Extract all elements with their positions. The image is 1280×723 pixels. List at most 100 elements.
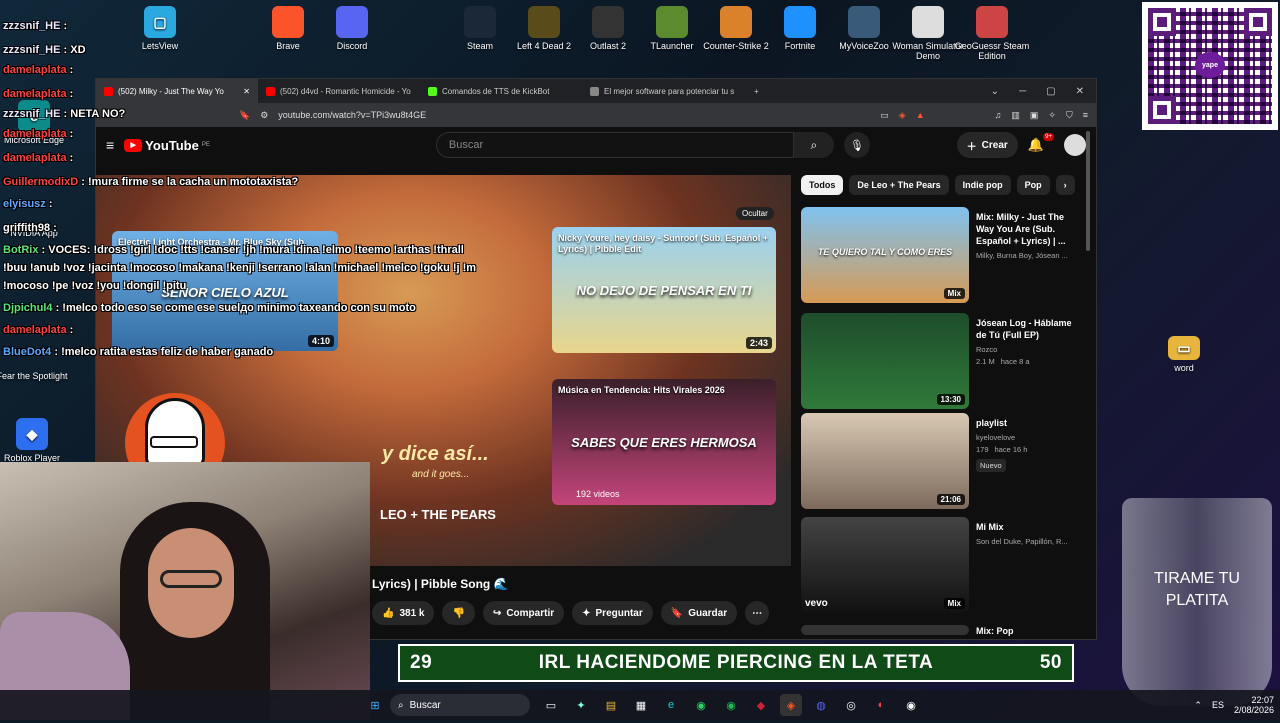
save-button[interactable]: 🔖 Guardar — [660, 601, 738, 625]
new-tab-button[interactable]: + — [744, 87, 769, 96]
scrollbar[interactable] — [1086, 131, 1090, 251]
desktop-icon-letsview[interactable]: ▢ LetsView — [120, 6, 200, 51]
chat-username[interactable]: GuillermodixD — [3, 176, 78, 188]
chat-username[interactable]: elyisusz — [3, 198, 46, 210]
share-button[interactable]: ↪ Compartir — [482, 601, 565, 625]
account-avatar[interactable] — [1064, 134, 1086, 156]
ask-button[interactable]: ✦ Preguntar — [572, 601, 653, 625]
endcard-2[interactable]: Nicky Youre, hey daisy - Sunroof (Sub. E… — [552, 227, 776, 353]
extensions-icon[interactable]: ✧ — [1048, 110, 1056, 121]
recommendation-meta: Mix: Milky - Just The Way You Are (Sub. … — [976, 211, 1076, 261]
task-view-icon[interactable]: ▭ — [540, 694, 562, 716]
lang-indicator[interactable]: ES — [1212, 700, 1224, 710]
vpn-icon[interactable]: ⛉ — [1066, 110, 1073, 121]
rewards-icon[interactable]: ▲ — [916, 110, 925, 120]
edge-taskbar-icon[interactable]: e — [660, 694, 682, 716]
tray-chevron-icon[interactable]: ⌃ — [1194, 700, 1202, 711]
chat-username[interactable]: zzzsnif_HE — [3, 44, 60, 56]
close-tab-icon[interactable]: ✕ — [243, 87, 250, 96]
sidebar-icon[interactable]: ▥ — [1011, 110, 1020, 121]
store-icon[interactable]: ▦ — [630, 694, 652, 716]
recommendation-0[interactable]: TE QUIERO TAL Y COMO ERES Mix Mix: Milky -… — [801, 207, 1081, 305]
browser-tab-2[interactable]: Comandos de TTS de KickBot — [420, 79, 582, 103]
chips-next-icon[interactable]: › — [1055, 175, 1075, 195]
recommendation-title: Mix: Pop — [976, 626, 1014, 636]
view-stats: 179 hace 16 h — [976, 445, 1028, 454]
tab-search-icon[interactable]: ⌄ — [991, 86, 999, 97]
chat-username[interactable]: damelaplata — [3, 128, 67, 140]
desktop-icon-fear[interactable]: Fear the Spotlight — [0, 336, 72, 381]
dislike-button[interactable]: 👎 — [442, 601, 475, 625]
chat-username[interactable]: damelaplata — [3, 152, 67, 164]
chip-2[interactable]: Indie pop — [954, 175, 1011, 195]
close-window-button[interactable]: ✕ — [1076, 86, 1084, 97]
steam-taskbar-icon[interactable]: ◎ — [840, 694, 862, 716]
desktop-icon-roblox[interactable]: ◆ Roblox Player — [0, 418, 72, 463]
discord-taskbar-icon[interactable]: ◍ — [810, 694, 832, 716]
search-input[interactable]: Buscar — [435, 132, 794, 158]
copilot-icon[interactable]: ✦ — [570, 694, 592, 716]
mic-icon[interactable]: 🎙 — [843, 132, 870, 158]
brave-taskbar-icon[interactable]: ◈ — [780, 694, 802, 716]
spotify-icon[interactable]: ◉ — [720, 694, 742, 716]
youtube-logo[interactable]: ▶ YouTube PE — [124, 138, 210, 153]
start-button[interactable]: ⊞ — [364, 694, 386, 716]
desktop-icon-10[interactable]: GeoGuessr Steam Edition — [952, 6, 1032, 61]
chip-1[interactable]: De Leo + The Pears — [849, 175, 949, 195]
url-field[interactable]: youtube.com/watch?v=TPi3wu8t4GE — [278, 110, 870, 120]
app-icon — [656, 6, 688, 38]
obs-icon[interactable]: ◉ — [900, 694, 922, 716]
chat-username[interactable]: damelaplata — [3, 64, 67, 76]
recommendation-meta: Mi Mix Son del Duke, Papillón, R... — [976, 521, 1076, 547]
recommendation-2[interactable]: 21:06 playlist kyelovelove 179 hace 16 h Nuev… — [801, 413, 1081, 511]
chat-username[interactable]: griffith98 — [3, 222, 50, 234]
bookmark-icon[interactable]: 🔖 — [239, 110, 250, 121]
search-icon[interactable]: ⌕ — [793, 132, 834, 158]
chat-message: zzzsnif_HE : XD — [3, 44, 86, 56]
hide-button[interactable]: Ocultar — [736, 207, 774, 220]
recommendation-3[interactable]: vevo Mix Mi Mix Son del Duke, Papillón, R..… — [801, 517, 1081, 615]
maximize-button[interactable]: ▢ — [1046, 86, 1055, 97]
video-title: Lyrics) | Pibble Song 🌊 — [372, 577, 509, 591]
menu-icon[interactable]: ≡ — [1083, 110, 1088, 120]
desktop-icon-word[interactable]: ▭ word — [1144, 336, 1224, 373]
caption-en: and it goes... — [412, 469, 470, 480]
create-button[interactable]: ＋ Crear — [956, 132, 1018, 158]
recommendation-title: Jósean Log - Háblame de Tú (Full EP) — [976, 318, 1072, 340]
app-icon — [272, 6, 304, 38]
chat-username[interactable]: damelaplata — [3, 324, 67, 336]
chat-username[interactable]: BlueDot4 — [3, 346, 51, 358]
browser-tab-3[interactable]: El mejor software para potenciar tu s — [582, 79, 744, 103]
chat-username[interactable]: zzzsnif_HE — [3, 20, 60, 32]
browser-tab-0[interactable]: (502) Milky - Just The Way Yo ✕ — [96, 79, 258, 103]
chip-3[interactable]: Pop — [1016, 175, 1050, 195]
minimize-button[interactable]: ─ — [1019, 86, 1026, 97]
chat-username[interactable]: BotRix — [3, 244, 38, 256]
hamburger-icon[interactable]: ≡ — [106, 137, 114, 153]
more-button[interactable]: ⋯ — [745, 601, 770, 625]
chip-0[interactable]: Todos — [801, 175, 844, 195]
notifications-icon[interactable]: 🔔 9+ — [1028, 133, 1054, 153]
site-settings-icon[interactable]: ⚙ — [260, 110, 268, 121]
brave-shield-icon[interactable]: ◈ — [899, 110, 906, 121]
file-explorer-icon[interactable]: ▤ — [600, 694, 622, 716]
wallet-icon[interactable]: ▣ — [1030, 110, 1039, 121]
chat-username[interactable]: Djpichul4 — [3, 302, 53, 314]
taskbar-search[interactable]: ⌕ Buscar — [390, 694, 530, 716]
browser-tab-1[interactable]: (502) d4vd - Romantic Homicide - Yo — [258, 79, 420, 103]
whatsapp-icon[interactable]: ◉ — [690, 694, 712, 716]
recommendation-1[interactable]: 13:30 Jósean Log - Háblame de Tú (Full EP… — [801, 313, 1081, 411]
channel-name: Son del Duke, Papillón, R... — [976, 537, 1068, 546]
chrome-icon[interactable]: ◐ — [870, 694, 892, 716]
desktop: ▢ LetsView Brave Discord Steam Left 4 Dead … — [0, 0, 1280, 720]
chat-username[interactable]: damelaplata — [3, 88, 67, 100]
channel-name: Rozco — [976, 345, 998, 354]
like-button[interactable]: 👍 381 k — [372, 601, 435, 625]
music-icon[interactable]: ♫ — [995, 110, 1002, 120]
desktop-icon-1[interactable]: Discord — [312, 6, 392, 51]
search-icon: ⌕ — [398, 699, 404, 711]
endcard-playlist[interactable]: Música en Tendencia: Hits Virales 2026 S… — [552, 379, 776, 505]
dota-icon[interactable]: ◆ — [750, 694, 772, 716]
cast-icon[interactable]: ▭ — [880, 110, 889, 121]
chat-username[interactable]: zzzsnif_HE — [3, 108, 60, 120]
